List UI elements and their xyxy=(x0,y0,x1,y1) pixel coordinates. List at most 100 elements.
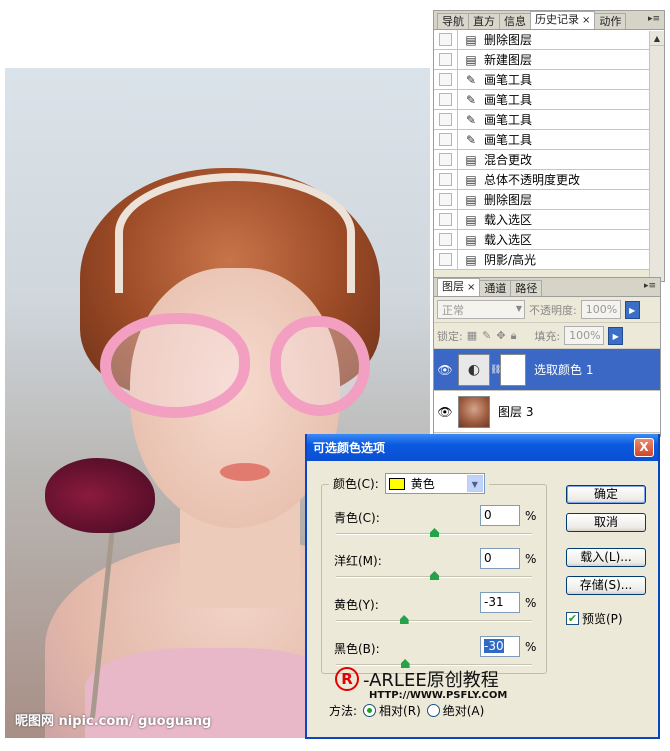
panel-menu-icon[interactable]: ▸≡ xyxy=(648,14,660,24)
cancel-button[interactable]: 取消 xyxy=(566,513,646,532)
lock-pixels-icon[interactable]: ✎ xyxy=(482,329,491,343)
slider-track[interactable] xyxy=(336,615,532,624)
preview-checkbox[interactable]: ✔ xyxy=(566,612,579,625)
fill-field[interactable]: 100% xyxy=(564,326,605,345)
history-scrollbar[interactable]: ▲ xyxy=(649,31,664,281)
panel-menu-icon[interactable]: ▸≡ xyxy=(644,281,656,291)
tab-actions[interactable]: 动作 xyxy=(594,13,627,29)
dialog-title: 可选颜色选项 xyxy=(313,441,386,455)
history-snapshot-checkbox[interactable] xyxy=(434,169,458,190)
cyan-input[interactable]: 0 xyxy=(480,505,520,526)
layer-row-selective-color[interactable]: 👁︎ ◐ ⛓︎ 选取颜色 1 xyxy=(434,349,660,391)
lock-transparency-icon[interactable]: ▦ xyxy=(467,329,477,343)
tab-histogram[interactable]: 直方 xyxy=(468,13,500,29)
save-button[interactable]: 存储(S)... xyxy=(566,576,646,595)
layer-mask-thumbnail[interactable] xyxy=(500,353,526,386)
tab-close-icon[interactable]: × xyxy=(582,15,590,26)
history-snapshot-checkbox[interactable] xyxy=(434,49,458,70)
slider-track[interactable] xyxy=(336,571,532,580)
method-absolute-option[interactable]: 绝对(A) xyxy=(426,702,485,719)
close-icon[interactable]: X xyxy=(634,438,654,457)
history-snapshot-checkbox[interactable] xyxy=(434,29,458,50)
colors-label: 颜色(C): xyxy=(333,477,379,491)
photo-lips xyxy=(220,463,270,481)
history-snapshot-checkbox[interactable] xyxy=(434,229,458,250)
tab-paths[interactable]: 路径 xyxy=(510,280,543,296)
fill-arrow-icon[interactable]: ▶ xyxy=(608,326,624,345)
layer-thumbnail xyxy=(458,395,490,428)
brush-icon: ✎ xyxy=(465,112,477,127)
eye-icon[interactable]: 👁︎ xyxy=(434,405,456,419)
tab-close-icon[interactable]: × xyxy=(467,282,475,293)
history-item[interactable]: ✎ 画笔工具 xyxy=(434,109,664,130)
document-icon: ▤ xyxy=(465,192,477,207)
yellow-input[interactable]: -31 xyxy=(480,592,520,613)
document-icon: ▤ xyxy=(465,32,477,47)
scroll-up-icon[interactable]: ▲ xyxy=(650,31,664,46)
lock-position-icon[interactable]: ✥ xyxy=(496,329,505,343)
layers-panel: 图层 × 通道 路径 ▸≡ 正常 ▼ 不透明度: 100% ▶ 锁定: ▦ ✎ ✥… xyxy=(433,277,661,437)
history-snapshot-checkbox[interactable] xyxy=(434,129,458,150)
history-item-label: 删除图层 xyxy=(484,33,533,47)
layer-row-layer-3[interactable]: 👁︎ 图层 3 xyxy=(434,391,660,433)
history-item[interactable]: ✎ 画笔工具 xyxy=(434,129,664,150)
relative-radio[interactable] xyxy=(363,704,377,717)
history-item[interactable]: ▤ 总体不透明度更改 xyxy=(434,169,664,190)
ok-button[interactable]: 确定 xyxy=(566,485,646,504)
history-panel: 导航 直方 信息 历史记录 × 动作 ▸≡ ▤ 删除图层 ▤ 新建图层 ✎ 画笔工具 ✎ 画笔工… xyxy=(433,10,665,282)
history-item-label: 总体不透明度更改 xyxy=(484,173,581,187)
link-icon[interactable]: ⛓︎ xyxy=(490,365,501,375)
lock-icons: ▦ ✎ ✥ 🔒︎ xyxy=(467,329,517,343)
tab-navigator[interactable]: 导航 xyxy=(437,13,469,29)
method-row: 方法: 相对(R) 绝对(A) xyxy=(329,702,484,719)
photo-watermark: 昵图网 nipic.com/ guoguang xyxy=(15,714,212,729)
history-item[interactable]: ✎ 画笔工具 xyxy=(434,69,664,90)
tab-history[interactable]: 历史记录 × xyxy=(530,11,596,29)
absolute-label: 绝对(A) xyxy=(442,704,485,718)
document-icon: ▤ xyxy=(465,232,477,247)
black-input[interactable]: -30 xyxy=(480,636,520,657)
history-snapshot-checkbox[interactable] xyxy=(434,249,458,270)
dialog-titlebar[interactable]: 可选颜色选项 X xyxy=(307,434,658,461)
history-item[interactable]: ▤ 载入选区 xyxy=(434,229,664,250)
chevron-down-icon[interactable]: ▼ xyxy=(466,475,483,492)
preview-option[interactable]: ✔ 预览(P) xyxy=(566,610,623,627)
history-item-label: 阴影/高光 xyxy=(484,253,537,267)
tab-channels[interactable]: 通道 xyxy=(479,280,512,296)
history-snapshot-checkbox[interactable] xyxy=(434,209,458,230)
eye-icon[interactable]: 👁︎ xyxy=(434,363,456,377)
magenta-input[interactable]: 0 xyxy=(480,548,520,569)
tab-layers[interactable]: 图层 × xyxy=(437,278,481,296)
opacity-field[interactable]: 100% xyxy=(580,300,621,319)
history-item-label: 画笔工具 xyxy=(484,133,533,147)
black-input-value: -30 xyxy=(484,639,504,653)
history-item-label: 删除图层 xyxy=(484,193,533,207)
opacity-arrow-icon[interactable]: ▶ xyxy=(624,300,640,319)
history-item[interactable]: ▤ 混合更改 xyxy=(434,149,664,170)
arlee-logo: R -ARLEE原创教程 xyxy=(335,666,499,692)
layers-panel-tabs: 图层 × 通道 路径 ▸≡ xyxy=(434,278,660,297)
brush-icon: ✎ xyxy=(465,92,477,107)
history-snapshot-checkbox[interactable] xyxy=(434,189,458,210)
history-item[interactable]: ▤ 新建图层 xyxy=(434,49,664,70)
history-snapshot-checkbox[interactable] xyxy=(434,69,458,90)
percent-unit: % xyxy=(525,640,537,654)
lock-all-icon[interactable]: 🔒︎ xyxy=(511,329,517,343)
history-item[interactable]: ▤ 阴影/高光 xyxy=(434,249,664,270)
document-icon: ▤ xyxy=(465,52,477,67)
history-item[interactable]: ▤ 删除图层 xyxy=(434,29,664,50)
history-item[interactable]: ▤ 载入选区 xyxy=(434,209,664,230)
history-item[interactable]: ▤ 删除图层 xyxy=(434,189,664,210)
tab-info[interactable]: 信息 xyxy=(499,13,531,29)
colors-select[interactable]: 黄色 ▼ xyxy=(384,473,485,494)
fill-label: 填充: xyxy=(534,329,561,343)
load-button[interactable]: 载入(L)... xyxy=(566,548,646,567)
slider-track[interactable] xyxy=(336,528,532,537)
method-relative-option[interactable]: 相对(R) xyxy=(363,702,421,719)
history-snapshot-checkbox[interactable] xyxy=(434,149,458,170)
history-item[interactable]: ✎ 画笔工具 xyxy=(434,89,664,110)
history-snapshot-checkbox[interactable] xyxy=(434,89,458,110)
history-snapshot-checkbox[interactable] xyxy=(434,109,458,130)
absolute-radio[interactable] xyxy=(426,704,440,717)
blend-mode-select[interactable]: 正常 ▼ xyxy=(437,300,525,319)
